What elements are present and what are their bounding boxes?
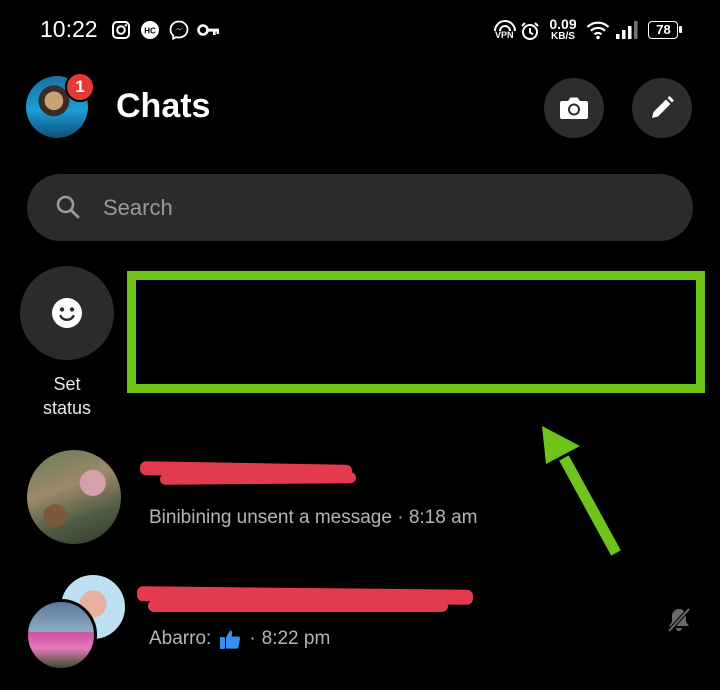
- redacted-name-stroke: [159, 472, 357, 485]
- group-avatar-front: [25, 599, 97, 671]
- vpn-icon: VPN: [492, 19, 518, 43]
- search-input[interactable]: [101, 192, 665, 224]
- smiley-icon: [52, 298, 82, 328]
- highlight-annotation-box: [127, 271, 705, 393]
- key-icon: [197, 24, 220, 36]
- set-status-button[interactable]: [20, 266, 114, 360]
- chat-list-item[interactable]: Binibining unsent a message · 8:18 am: [0, 440, 720, 556]
- clock: 10:22: [40, 16, 98, 42]
- chat-avatar: [27, 450, 121, 544]
- network-speed: 0.09 KB/S: [546, 17, 580, 42]
- camera-button[interactable]: [544, 78, 604, 138]
- wifi-icon: [586, 21, 610, 40]
- thumbs-up-icon: [220, 630, 241, 649]
- muted-bell-icon: [667, 607, 691, 633]
- message-preview: Abarro: · 8:22 pm: [149, 628, 331, 649]
- redacted-name-stroke: [148, 600, 448, 612]
- search-bar[interactable]: [27, 174, 693, 241]
- status-bar: 10:22 HC VPN 0.09 KB/S 78: [0, 0, 720, 62]
- message-time: 8:22 pm: [261, 628, 331, 649]
- vpn-label: VPN: [495, 30, 514, 40]
- svg-text:HC: HC: [144, 27, 156, 36]
- hc-icon: HC: [141, 21, 159, 39]
- battery-icon: 78: [648, 21, 682, 39]
- message-preview: Binibining unsent a message · 8:18 am: [149, 507, 478, 528]
- set-status-label-line1: Set: [53, 374, 81, 394]
- messenger-icon: [169, 20, 189, 40]
- sender-name: Abarro:: [149, 628, 212, 649]
- preview-text: Binibining unsent a message: [149, 507, 392, 528]
- notification-badge: 1: [65, 72, 95, 102]
- alarm-icon: [521, 22, 539, 40]
- new-message-button[interactable]: [632, 78, 692, 138]
- speed-value: 0.09: [549, 16, 577, 32]
- camera-icon: [560, 97, 588, 119]
- instagram-icon: [112, 21, 130, 39]
- chat-list-item[interactable]: Abarro: · 8:22 pm: [0, 566, 720, 690]
- signal-icon: [616, 21, 638, 39]
- message-time: 8:18 am: [408, 507, 478, 528]
- pencil-icon: [652, 96, 674, 118]
- speed-unit: KB/S: [551, 31, 575, 42]
- set-status-label-line2: status: [42, 398, 92, 418]
- battery-level: 78: [656, 22, 671, 37]
- search-icon: [56, 195, 80, 219]
- page-title: Chats: [116, 87, 211, 125]
- set-status-label: Set status: [20, 372, 114, 420]
